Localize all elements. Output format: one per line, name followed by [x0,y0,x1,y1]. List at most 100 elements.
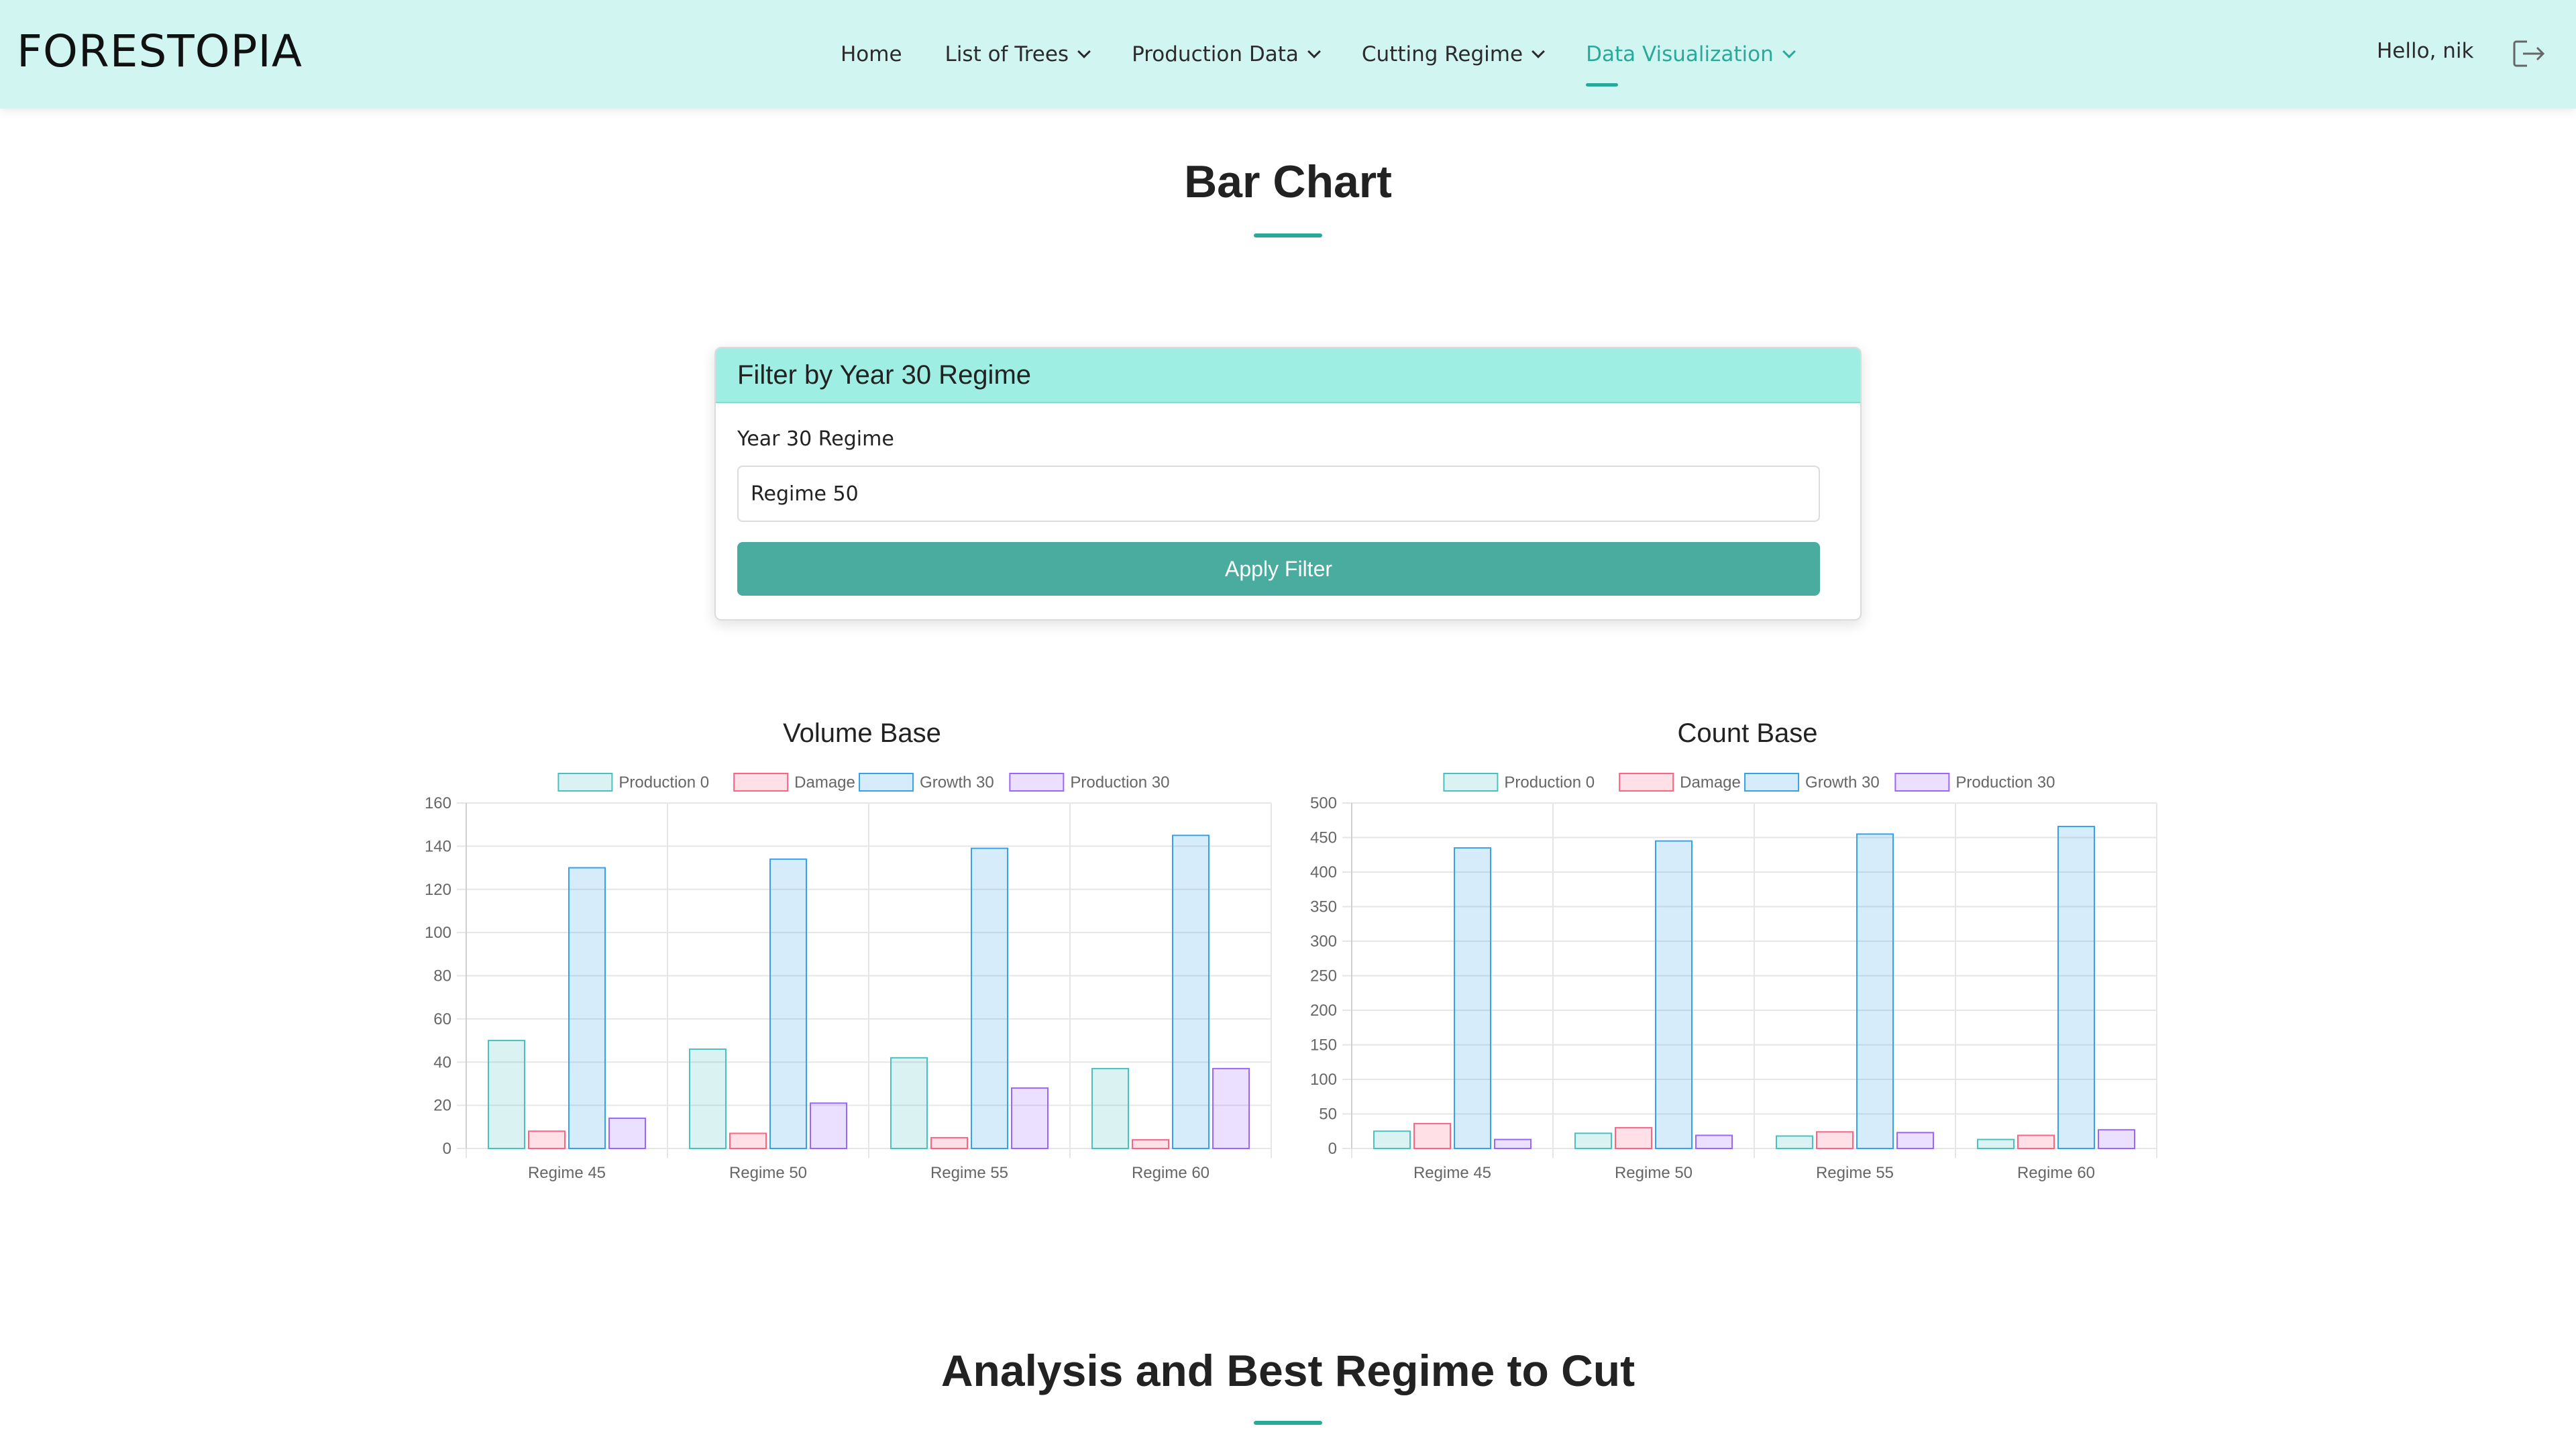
count-base-chart-svg: Count Base Production 0 Damage Growth 30 Pro… [1310,718,2157,1182]
bar [568,867,606,1149]
main-nav: Home List of Trees Production Data Cutti… [841,0,1837,109]
logo[interactable]: FORESTOPIA [17,25,303,77]
legend-swatch [1443,773,1499,792]
nav-item-home[interactable]: Home [841,42,902,66]
volume-base-chart-svg: Volume Base Production 0 Damage Growth 30 Pr… [425,718,1272,1182]
legend-swatch [733,773,789,792]
y-tick-label: 140 [425,837,451,855]
volume-base-chart: Volume Base Production 0 Damage Growth 30 Pr… [409,704,1281,1187]
legend-swatch [557,773,613,792]
x-tick-label: Regime 50 [729,1164,807,1182]
filter-card-title: Filter by Year 30 Regime [716,348,1860,403]
legend-item: Growth 30 [859,773,994,792]
bar [1896,1132,1934,1149]
nav-item-production-data[interactable]: Production Data [1132,42,1321,66]
bar [689,1048,727,1149]
legend-label: Production 0 [1504,773,1595,792]
legend-item: Damage [733,773,855,792]
bar [1132,1139,1169,1149]
apply-filter-button[interactable]: Apply Filter [737,542,1820,596]
y-tick-label: 60 [433,1010,451,1028]
regime-input[interactable] [737,466,1820,522]
bar [769,858,807,1149]
bar [971,847,1008,1149]
y-tick-label: 50 [1319,1106,1337,1124]
legend-label: Production 30 [1955,773,2055,792]
chart-title: Volume Base [783,718,941,748]
legend-item: Production 30 [1894,773,2055,792]
y-tick-label: 100 [425,924,451,942]
y-tick-label: 20 [433,1097,451,1115]
legend-item: Production 0 [557,773,709,792]
bar [930,1136,968,1149]
bar [810,1102,847,1149]
logout-icon[interactable] [2512,39,2546,68]
title-underline [1254,233,1322,237]
legend-label: Damage [1680,773,1741,792]
bar [1413,1122,1451,1149]
nav-item-label: Data Visualization [1586,42,1774,66]
regime-field-label: Year 30 Regime [737,427,894,451]
x-tick-label: Regime 50 [1615,1164,1693,1182]
nav-item-list-of-trees[interactable]: List of Trees [945,42,1091,66]
user-greeting: Hello, nik [2377,39,2474,63]
legend-label: Growth 30 [920,773,994,792]
y-tick-label: 450 [1310,829,1337,847]
legend-label: Production 0 [619,773,709,792]
legend-swatch [1894,773,1950,792]
bar [2057,826,2095,1150]
chevron-down-icon [1532,45,1545,58]
x-tick-label: Regime 45 [1413,1164,1491,1182]
chart-title: Count Base [1677,718,1817,748]
y-tick-label: 120 [425,881,451,899]
legend-swatch [859,773,914,792]
nav-item-data-visualization[interactable]: Data Visualization [1586,42,1796,87]
x-tick-label: Regime 60 [1132,1164,1210,1182]
legend-item: Damage [1619,773,1741,792]
y-tick-label: 300 [1310,932,1337,951]
x-tick-label: Regime 45 [528,1164,606,1182]
x-tick-label: Regime 55 [930,1164,1008,1182]
bar [1816,1131,1854,1150]
bar [2017,1134,2055,1149]
nav-item-label: Production Data [1132,42,1299,66]
bar [1655,840,1693,1149]
bar [528,1130,566,1149]
legend-label: Production 30 [1070,773,1169,792]
nav-item-cutting-regime[interactable]: Cutting Regime [1361,42,1545,66]
analysis-title-underline [1254,1421,1322,1425]
page-title: Bar Chart [1184,156,1392,207]
filter-card: Filter by Year 30 Regime Year 30 Regime … [714,347,1862,621]
y-tick-label: 200 [1310,1002,1337,1020]
y-tick-label: 80 [433,967,451,985]
bar [729,1132,767,1149]
bar [1011,1087,1049,1149]
nav-item-label: Cutting Regime [1361,42,1523,66]
bar [1615,1127,1652,1149]
bar [1574,1132,1612,1150]
chevron-down-icon [1307,45,1321,58]
y-tick-label: 150 [1310,1036,1337,1055]
legend-item: Growth 30 [1744,773,1880,792]
bar [608,1117,646,1149]
navbar: FORESTOPIA Home List of Trees Production… [0,0,2576,109]
y-tick-label: 500 [1310,794,1337,812]
y-tick-label: 0 [1328,1140,1337,1158]
bar [1977,1138,2015,1149]
bar [1172,835,1210,1149]
y-tick-label: 160 [425,794,451,812]
bar [1494,1138,1532,1149]
bar [890,1057,928,1149]
bar [2098,1129,2135,1150]
bar [488,1040,525,1149]
legend-swatch [1619,773,1674,792]
y-tick-label: 40 [433,1053,451,1071]
bar [1091,1067,1129,1149]
bar [1856,833,1894,1149]
legend-label: Growth 30 [1805,773,1880,792]
y-tick-label: 100 [1310,1071,1337,1089]
chevron-down-icon [1077,45,1091,58]
nav-item-label: List of Trees [945,42,1069,66]
chevron-down-icon [1782,45,1796,58]
filter-card-body: Year 30 Regime Apply Filter [716,427,1860,596]
